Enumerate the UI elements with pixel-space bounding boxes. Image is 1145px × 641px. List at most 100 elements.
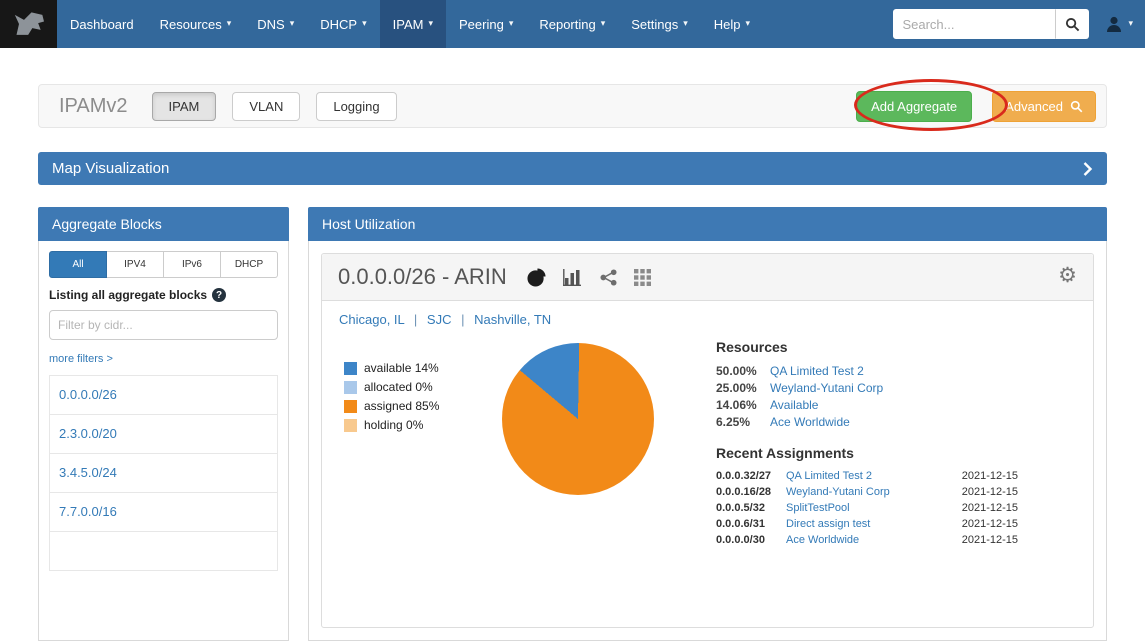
search-icon (1070, 100, 1083, 113)
assignment-link[interactable]: Direct assign test (786, 518, 962, 530)
location-link[interactable]: SJC (427, 312, 452, 327)
global-search (893, 9, 1089, 39)
nav-label: Reporting (539, 17, 595, 32)
tab-all[interactable]: All (49, 251, 107, 278)
aggregate-block-row-partial[interactable] (50, 532, 277, 571)
tab-ipv4[interactable]: IPV4 (107, 251, 164, 278)
listing-label: Listing all aggregate blocks ? (49, 288, 278, 302)
legend-swatch (344, 419, 357, 432)
legend-swatch (344, 381, 357, 394)
tab-dhcp[interactable]: DHCP (221, 251, 278, 278)
resource-link[interactable]: Ace Worldwide (770, 415, 850, 429)
aggregate-block-row[interactable]: 3.4.5.0/24 (50, 454, 277, 493)
nav-label: DHCP (320, 17, 357, 32)
help-icon[interactable]: ? (212, 288, 226, 302)
legend-swatch (344, 400, 357, 413)
caret-down-icon: ▾ (428, 19, 433, 29)
user-icon (1105, 15, 1123, 33)
block-title: 0.0.0.0/26 - ARIN (338, 264, 507, 290)
nav-item-help[interactable]: Help ▾ (701, 0, 763, 48)
utilization-box: 0.0.0.0/26 - ARIN ⚙ (321, 253, 1094, 628)
rhino-logo-icon (9, 4, 49, 44)
resource-link[interactable]: Available (770, 398, 818, 412)
pie-chart-icon[interactable] (527, 268, 546, 287)
pie-legend: available 14% allocated 0% assigned 85% … (344, 361, 502, 550)
cidr-filter-input[interactable] (49, 310, 278, 340)
recent-assignment-row: 0.0.0.6/31Direct assign test2021-12-15 (716, 518, 1018, 530)
more-filters-link[interactable]: more filters > (49, 353, 113, 365)
nav-label: Peering (459, 17, 504, 32)
add-aggregate-button[interactable]: Add Aggregate (856, 91, 972, 122)
aggregate-block-row[interactable]: 7.7.0.0/16 (50, 493, 277, 532)
tab-vlan[interactable]: VLAN (232, 92, 300, 121)
nav-item-peering[interactable]: Peering ▾ (446, 0, 526, 48)
bar-chart-icon[interactable] (563, 269, 583, 286)
resource-link[interactable]: QA Limited Test 2 (770, 364, 864, 378)
nav-item-dhcp[interactable]: DHCP▾ (307, 0, 379, 48)
location-separator: | (461, 312, 464, 327)
assignment-date: 2021-12-15 (962, 470, 1018, 482)
recent-assignment-row: 0.0.0.32/27QA Limited Test 22021-12-15 (716, 470, 1018, 482)
user-menu[interactable]: ▾ (1105, 15, 1133, 33)
host-utilization-panel: Host Utilization 0.0.0.0/26 - ARIN (308, 207, 1107, 641)
nav-label: Settings (631, 17, 678, 32)
tab-ipv6[interactable]: IPv6 (164, 251, 221, 278)
page-header: IPAMv2 IPAM VLAN Logging Add Aggregate A… (38, 84, 1107, 128)
resource-link[interactable]: Weyland-Yutani Corp (770, 381, 883, 395)
nav-item-resources[interactable]: Resources▾ (147, 0, 245, 48)
aggregate-filter-tabs: All IPV4 IPv6 DHCP (49, 251, 278, 278)
aggregate-blocks-panel: Aggregate Blocks All IPV4 IPv6 DHCP List… (38, 207, 289, 641)
assignment-link[interactable]: SplitTestPool (786, 502, 962, 514)
assignment-link[interactable]: QA Limited Test 2 (786, 470, 962, 482)
page-title: IPAMv2 (59, 95, 128, 118)
map-visualization-title: Map Visualization (52, 160, 169, 177)
gear-icon[interactable]: ⚙ (1058, 263, 1077, 287)
tab-ipam[interactable]: IPAM (152, 92, 217, 121)
assignment-link[interactable]: Weyland-Yutani Corp (786, 486, 962, 498)
navbar-right: ▾ (893, 0, 1145, 48)
nav-label: Help (714, 17, 741, 32)
nav-label: Resources (160, 17, 222, 32)
legend-item: assigned 85% (344, 399, 502, 413)
aggregate-blocks-body: All IPV4 IPv6 DHCP Listing all aggregate… (38, 241, 289, 641)
recent-assignment-row: 0.0.0.0/30Ace Worldwide2021-12-15 (716, 534, 1018, 546)
share-icon[interactable] (600, 269, 617, 286)
app-logo[interactable] (0, 0, 57, 48)
aggregate-block-row[interactable]: 0.0.0.0/26 (50, 376, 277, 415)
map-visualization-bar[interactable]: Map Visualization (38, 152, 1107, 185)
host-utilization-body: 0.0.0.0/26 - ARIN ⚙ (308, 241, 1107, 641)
grid-icon[interactable] (634, 269, 651, 286)
caret-down-icon: ▾ (1128, 19, 1133, 29)
aggregate-block-list: 0.0.0.0/26 2.3.0.0/20 3.4.5.0/24 7.7.0.0… (49, 375, 278, 571)
location-separator: | (414, 312, 417, 327)
legend-swatch (344, 362, 357, 375)
caret-down-icon: ▾ (746, 19, 751, 29)
resource-row: 50.00%QA Limited Test 2 (716, 364, 1018, 378)
search-input[interactable] (893, 9, 1055, 39)
legend-item: allocated 0% (344, 380, 502, 394)
location-breadcrumb: Chicago, IL | SJC | Nashville, TN (322, 301, 1093, 331)
nav-item-settings[interactable]: Settings▾ (618, 0, 701, 48)
resource-row: 14.06%Available (716, 398, 1018, 412)
recent-assignment-row: 0.0.0.16/28Weyland-Yutani Corp2021-12-15 (716, 486, 1018, 498)
host-utilization-header: Host Utilization (308, 207, 1107, 241)
advanced-button[interactable]: Advanced (992, 91, 1096, 122)
search-button[interactable] (1055, 9, 1089, 39)
nav-item-dns[interactable]: DNS▾ (244, 0, 307, 48)
view-toggle-icons (527, 268, 651, 287)
header-actions: Add Aggregate Advanced (856, 91, 1096, 122)
assignment-link[interactable]: Ace Worldwide (786, 534, 962, 546)
location-link[interactable]: Nashville, TN (474, 312, 551, 327)
nav-item-reporting[interactable]: Reporting▾ (526, 0, 618, 48)
legend-item: available 14% (344, 361, 502, 375)
nav-item-dashboard[interactable]: Dashboard (57, 0, 147, 48)
aggregate-block-row[interactable]: 2.3.0.0/20 (50, 415, 277, 454)
location-link[interactable]: Chicago, IL (339, 312, 404, 327)
nav-item-ipam[interactable]: IPAM ▾ (380, 0, 446, 48)
nav-label: IPAM (393, 17, 424, 32)
tab-logging[interactable]: Logging (316, 92, 396, 121)
assignment-date: 2021-12-15 (962, 502, 1018, 514)
recent-assignment-row: 0.0.0.5/32SplitTestPool2021-12-15 (716, 502, 1018, 514)
caret-down-icon: ▾ (509, 19, 514, 29)
chevron-right-icon (1082, 161, 1093, 177)
